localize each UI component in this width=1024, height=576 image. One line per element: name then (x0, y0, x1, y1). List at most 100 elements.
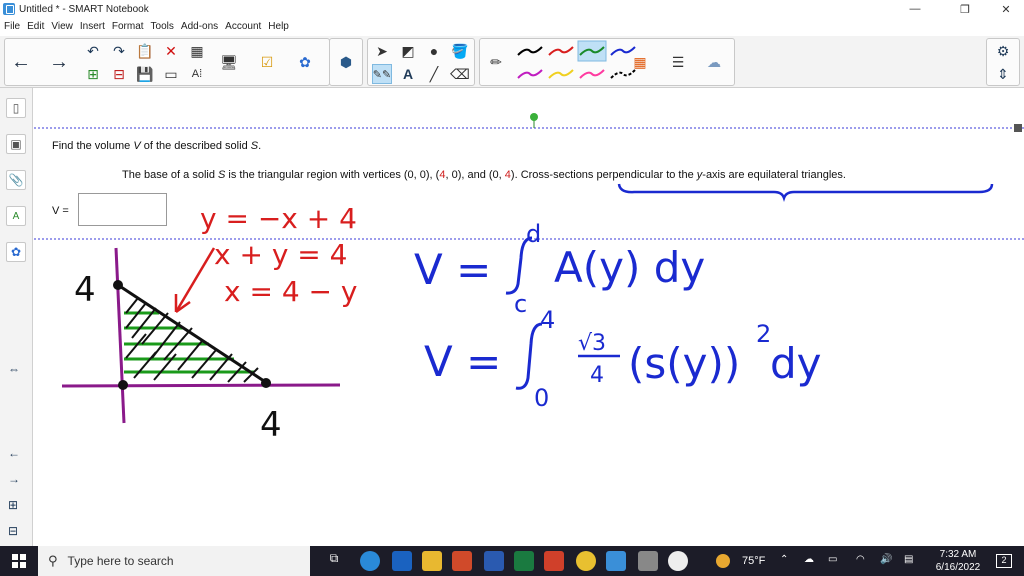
shapes-icon[interactable]: ◩ (398, 41, 418, 61)
taskbar-search-box[interactable]: ⚲ Type here to search (38, 546, 310, 576)
pens-tool-icon[interactable]: ✎✎ (372, 64, 392, 84)
formula2-integral-sign (515, 322, 543, 390)
pen-app-icon[interactable] (668, 551, 688, 571)
undo-icon[interactable]: ↶ (83, 41, 103, 61)
excel-icon[interactable] (514, 551, 534, 571)
text-icon[interactable]: A (398, 64, 418, 84)
add-page-icon[interactable]: ⊞ (83, 64, 103, 84)
pen-swatch[interactable] (577, 40, 607, 62)
calculator-icon[interactable] (638, 551, 658, 571)
windows-logo-icon (12, 554, 26, 568)
addon-icon[interactable]: ✿ (295, 52, 315, 72)
vertex-4-0 (261, 378, 271, 388)
text-recognition-icon[interactable]: A⁞ (187, 64, 207, 84)
annotation-brace (617, 183, 994, 202)
pen-swatch[interactable] (517, 46, 543, 56)
store-icon[interactable] (452, 551, 472, 571)
menu-format[interactable]: Format (112, 21, 144, 32)
remove-page-icon[interactable]: ⊟ (109, 64, 129, 84)
system-tray: 75°F ⌃ ☁ ▭ ◠ 🔊 ▤ 7:32 AM 6/16/2022 2 (716, 546, 1024, 576)
page-menu-handle[interactable] (1014, 124, 1022, 132)
back-icon[interactable]: ← (11, 51, 31, 73)
paste-icon[interactable]: 📋 (135, 41, 155, 61)
next-page-icon[interactable]: → (8, 472, 20, 486)
network-icon[interactable]: ▭ (828, 554, 837, 565)
check-icon[interactable]: ☑ (257, 52, 277, 72)
gallery-icon[interactable]: ▣ (6, 134, 26, 154)
page-sorter-icon[interactable]: ▯ (6, 98, 26, 118)
word-icon[interactable] (484, 551, 504, 571)
screen-shade-icon[interactable]: ▭ (161, 64, 181, 84)
x-axis (61, 383, 341, 388)
settings-icon[interactable]: ⚙ (993, 41, 1013, 61)
menu-edit[interactable]: Edit (27, 21, 44, 32)
fill-icon[interactable]: ● (424, 41, 444, 61)
edge-browser-icon[interactable] (360, 551, 380, 571)
properties-icon[interactable]: A (6, 206, 26, 226)
menu-account[interactable]: Account (225, 21, 261, 32)
menu-file[interactable]: File (4, 21, 20, 32)
notification-center-icon[interactable]: 2 (996, 554, 1012, 568)
line-style-icon[interactable]: ☰ (668, 52, 688, 72)
clock-date[interactable]: 6/16/2022 (932, 562, 984, 573)
task-view-icon[interactable]: ⧉ (324, 551, 344, 571)
input-method-icon[interactable]: ▤ (904, 554, 913, 565)
weather-icon[interactable] (716, 554, 730, 568)
redo-icon[interactable]: ↷ (109, 41, 129, 61)
previous-page-icon[interactable]: ← (8, 446, 20, 460)
toolbar-move-icon[interactable]: ⇕ (993, 64, 1013, 84)
pen-icon[interactable]: ✏ (486, 52, 506, 72)
volume-icon[interactable]: 🔊 (880, 554, 892, 565)
select-icon[interactable]: ➤ (372, 41, 392, 61)
pen-swatch[interactable] (548, 69, 574, 79)
line-icon[interactable]: ╱ (424, 64, 444, 84)
onedrive-icon[interactable]: ☁ (804, 554, 814, 565)
pen-swatch[interactable] (579, 69, 605, 79)
delete-icon[interactable]: ✕ (161, 41, 181, 61)
show-hidden-icons-icon[interactable]: ⌃ (780, 554, 788, 565)
weather-temperature[interactable]: 75°F (742, 555, 765, 567)
menu-tools[interactable]: Tools (151, 21, 174, 32)
chrome-icon[interactable] (576, 551, 596, 571)
outlook-icon[interactable] (392, 551, 412, 571)
pen-swatch[interactable] (517, 69, 543, 79)
table-icon[interactable]: ▦ (187, 41, 207, 61)
wifi-icon[interactable]: ◠ (856, 554, 865, 565)
menu-view[interactable]: View (51, 21, 73, 32)
file-explorer-icon[interactable] (422, 551, 442, 571)
minimize-button[interactable]: — (897, 0, 933, 18)
color-palette-icon[interactable]: ▦ (630, 52, 650, 72)
fill-effects-icon[interactable]: ☁ (704, 52, 724, 72)
panel-move-icon[interactable]: ⇔ (8, 362, 20, 376)
close-button[interactable]: ✕ (988, 0, 1024, 18)
start-button[interactable] (0, 546, 38, 576)
lab-icon[interactable]: ⬢ (336, 52, 356, 72)
maximize-button[interactable]: ❐ (947, 0, 983, 18)
addons-panel-icon[interactable]: ✿ (6, 242, 26, 262)
save-icon[interactable]: 💾 (135, 64, 155, 84)
powerpoint-icon[interactable] (544, 551, 564, 571)
formula2-exponent: 2 (756, 320, 771, 348)
toolbar-group-page: ← → ↶ ↷ 📋 ✕ ▦ ⊞ ⊟ 💾 ▭ A⁞ 🖥 ☑ ✿ (4, 38, 330, 86)
answer-input[interactable] (78, 193, 167, 226)
delete-page-sidebar-icon[interactable]: ⊟ (8, 524, 18, 538)
add-page-sidebar-icon[interactable]: ⊞ (8, 498, 18, 512)
paint-icon[interactable]: 🪣 (450, 41, 470, 61)
formula1-lhs: V = (414, 245, 491, 294)
menu-insert[interactable]: Insert (80, 21, 105, 32)
toolbar-group-pens: ✏ ▦ ☰ ☁ (479, 38, 735, 86)
document-camera-icon[interactable]: 🖥 (219, 52, 239, 72)
rotate-handle[interactable] (530, 113, 538, 121)
search-placeholder: Type here to search (67, 554, 174, 568)
side-panel: ▯ ▣ 📎 A ✿ ⇔ ← → ⊞ ⊟ (0, 88, 33, 546)
clock-time[interactable]: 7:32 AM (936, 549, 980, 560)
menu-addons[interactable]: Add-ons (181, 21, 218, 32)
eraser-icon[interactable]: ⌫ (450, 64, 470, 84)
notebook-page[interactable]: y = −x + 4 x + y = 4 x = 4 − y 4 4 V = d… (34, 88, 1024, 546)
pen-color-swatches[interactable] (514, 39, 644, 87)
menu-help[interactable]: Help (268, 21, 289, 32)
smart-notebook-taskbar-icon[interactable] (606, 551, 626, 571)
attachments-icon[interactable]: 📎 (6, 170, 26, 190)
forward-icon[interactable]: → (49, 51, 69, 73)
pen-swatch[interactable] (548, 46, 574, 56)
